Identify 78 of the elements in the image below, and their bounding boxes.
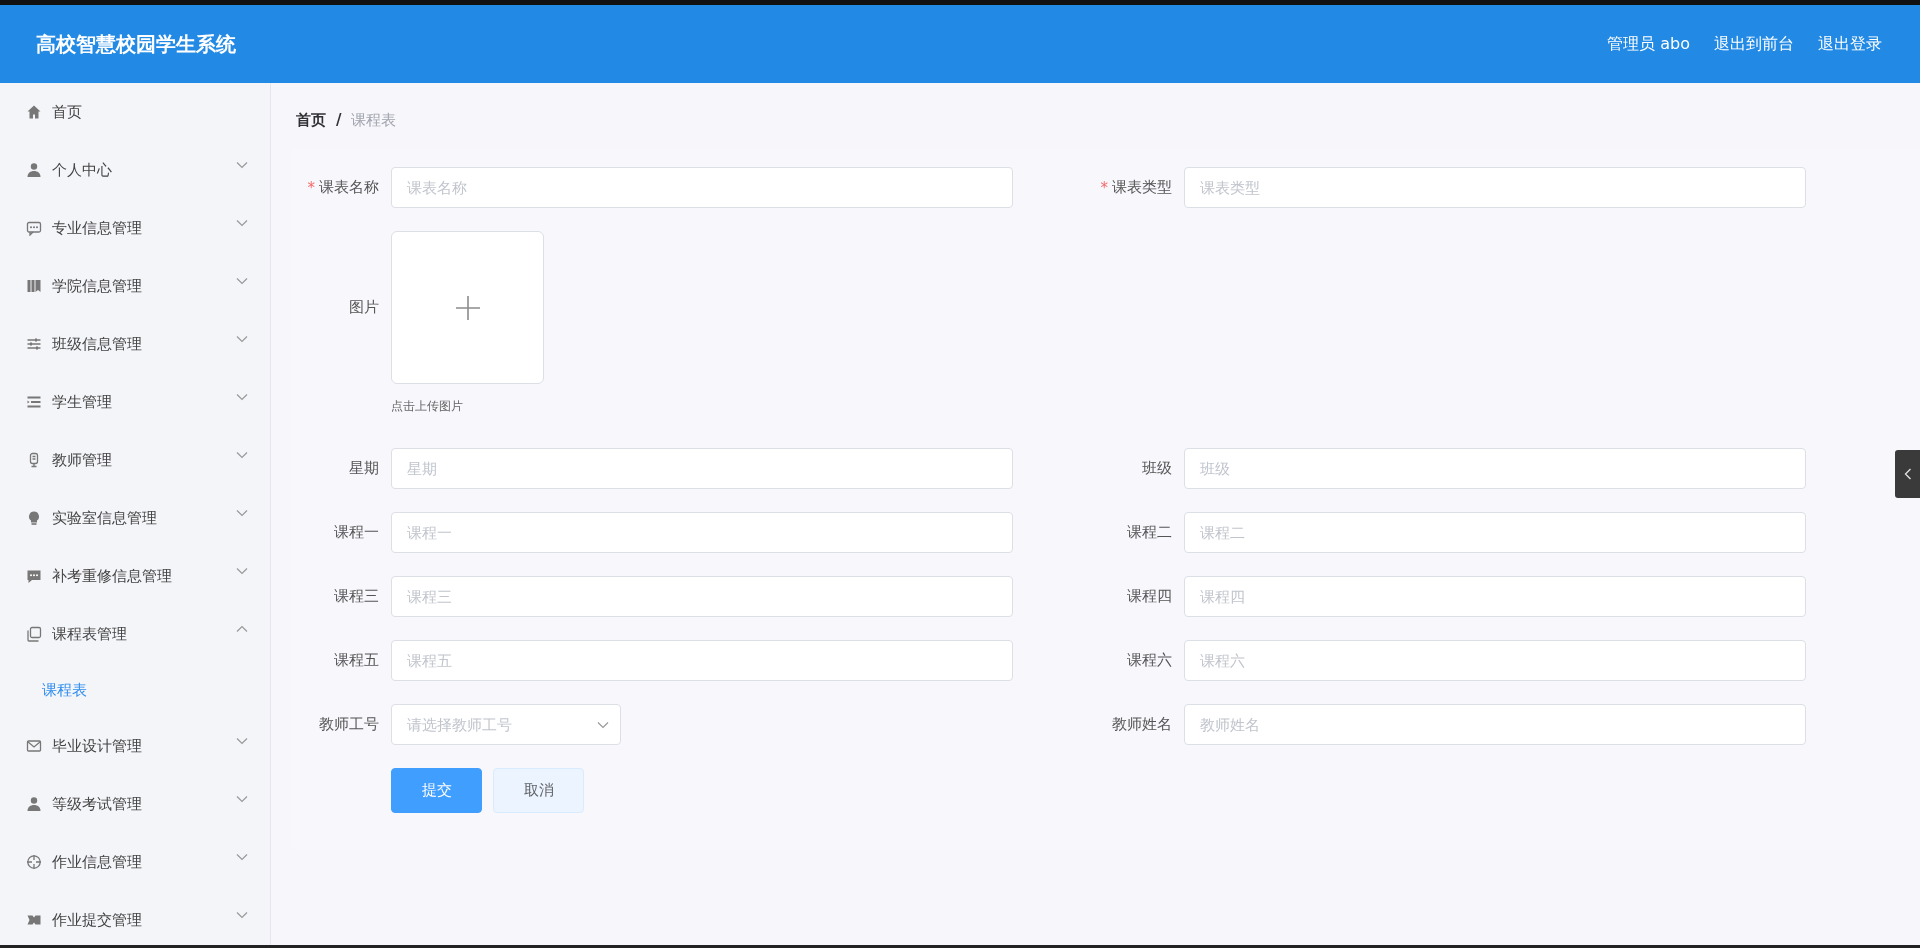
field-label: 课表名称 xyxy=(319,178,379,197)
chevron-icon xyxy=(236,509,248,517)
person-icon xyxy=(26,162,42,178)
sidebar-menu-item[interactable]: 补考重修信息管理 xyxy=(0,547,270,605)
chevron-icon xyxy=(236,795,248,803)
text-input-field[interactable]: 教师姓名 xyxy=(1184,704,1806,745)
sliders-icon xyxy=(26,336,42,352)
panel-toggle-button[interactable] xyxy=(1895,450,1920,498)
breadcrumb-item[interactable]: 首页 xyxy=(296,110,326,130)
list-icon xyxy=(26,394,42,410)
sidebar-menu-item[interactable]: 首页 xyxy=(0,83,270,141)
field-label: 课表类型 xyxy=(1112,178,1172,197)
sidebar-menu-item[interactable]: 学生管理 xyxy=(0,373,270,431)
sidebar-menu-item[interactable]: 作业提交管理 xyxy=(0,891,270,945)
text-input-field[interactable]: 星期 xyxy=(391,448,1013,489)
plus-icon xyxy=(454,294,481,321)
field-label: 教师姓名 xyxy=(1112,715,1172,734)
required-asterisk: * xyxy=(307,178,315,197)
cancel-button[interactable]: 取消 xyxy=(493,768,584,813)
chevron-icon xyxy=(236,161,248,169)
copy-icon xyxy=(26,626,42,642)
header-link[interactable]: 退出到前台 xyxy=(1714,33,1794,55)
chevron-icon xyxy=(236,911,248,919)
envelope-icon xyxy=(26,738,42,754)
field-label: 班级 xyxy=(1142,459,1172,478)
sidebar-menu-item[interactable]: 作业信息管理 xyxy=(0,833,270,891)
chevron-icon xyxy=(236,737,248,745)
sidebar-menu-item[interactable]: 个人中心 xyxy=(0,141,270,199)
chevron-icon xyxy=(236,567,248,575)
chevron-icon xyxy=(236,853,248,861)
breadcrumb-separator: / xyxy=(336,111,342,129)
chevron-icon xyxy=(236,451,248,459)
sidebar-menu-item[interactable]: 毕业设计管理 xyxy=(0,717,270,775)
crosshair-icon xyxy=(26,854,42,870)
dropdown-select[interactable]: 请选择教师工号 xyxy=(391,704,621,745)
person-icon xyxy=(26,796,42,812)
upload-hint: 点击上传图片 xyxy=(391,398,464,415)
sidebar-menu-item[interactable]: 专业信息管理 xyxy=(0,199,270,257)
breadcrumb-item: 课程表 xyxy=(351,110,397,130)
chevron-left-icon xyxy=(1903,468,1912,480)
field-label: 教师工号 xyxy=(319,715,379,734)
app-title: 高校智慧校园学生系统 xyxy=(36,30,237,58)
text-input-field[interactable]: 课程二 xyxy=(1184,512,1806,553)
header-link[interactable]: 退出登录 xyxy=(1818,33,1882,55)
chevron-icon xyxy=(236,335,248,343)
sidebar-menu-item[interactable]: 班级信息管理 xyxy=(0,315,270,373)
sidebar-menu-item[interactable]: 课程表管理 xyxy=(0,605,270,663)
text-input-field[interactable]: 课程六 xyxy=(1184,640,1806,681)
field-label: 课程六 xyxy=(1127,651,1172,670)
text-input-field[interactable]: 课程五 xyxy=(391,640,1013,681)
sidebar-menu-item[interactable]: 教师管理 xyxy=(0,431,270,489)
field-label: 课程一 xyxy=(334,523,379,542)
caret-icon xyxy=(597,721,609,729)
chevron-icon xyxy=(236,219,248,227)
text-input-field[interactable]: 课程四 xyxy=(1184,576,1806,617)
text-input-field[interactable]: 课表名称 xyxy=(391,167,1013,208)
sidebar-menu-item[interactable]: 实验室信息管理 xyxy=(0,489,270,547)
sidebar-menu-item[interactable]: 学院信息管理 xyxy=(0,257,270,315)
text-input-field[interactable]: 课表类型 xyxy=(1184,167,1806,208)
field-label: 课程二 xyxy=(1127,523,1172,542)
chat-bubble-icon xyxy=(26,568,42,584)
required-asterisk: * xyxy=(1100,178,1108,197)
chevron-icon xyxy=(236,625,248,633)
home-icon xyxy=(26,104,42,120)
chevron-icon xyxy=(236,393,248,401)
field-label: 课程五 xyxy=(334,651,379,670)
field-label: 星期 xyxy=(349,459,379,478)
text-input-field[interactable]: 班级 xyxy=(1184,448,1806,489)
field-label: 图片 xyxy=(349,298,379,317)
light-bulb-icon xyxy=(26,510,42,526)
user-label: 管理员 abo xyxy=(1607,33,1690,55)
chevron-icon xyxy=(236,277,248,285)
books-icon xyxy=(26,278,42,294)
sidebar-menu-item[interactable]: 等级考试管理 xyxy=(0,775,270,833)
field-label: 课程三 xyxy=(334,587,379,606)
text-input-field[interactable]: 课程三 xyxy=(391,576,1013,617)
field-label: 课程四 xyxy=(1127,587,1172,606)
chat-bubble-icon xyxy=(26,220,42,236)
